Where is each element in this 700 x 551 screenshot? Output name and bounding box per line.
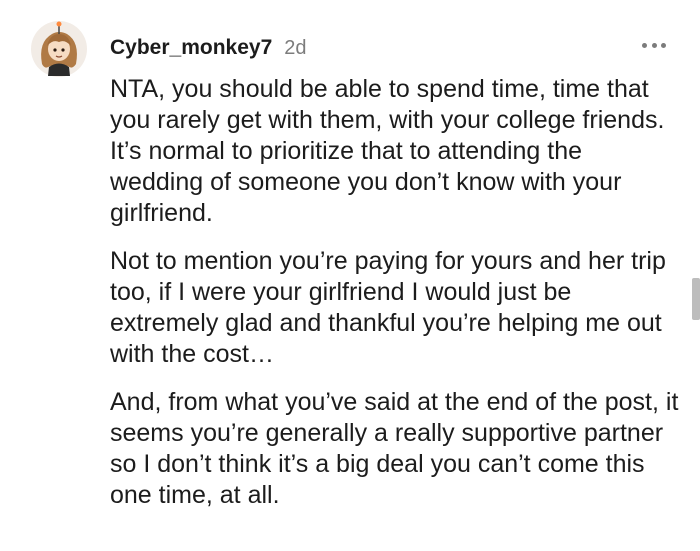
comment-card: Cyber_monkey7 2d NTA, you should be able… bbox=[0, 0, 700, 551]
dot bbox=[642, 42, 647, 48]
dot bbox=[651, 42, 657, 48]
comment-paragraph: And, from what you’ve said at the end of… bbox=[110, 388, 679, 509]
avatar-icon bbox=[31, 21, 87, 77]
scrollbar-thumb[interactable] bbox=[692, 278, 700, 320]
dot bbox=[661, 42, 666, 48]
more-options-icon[interactable] bbox=[642, 38, 666, 52]
comment-age: 2d bbox=[284, 37, 307, 59]
comment-header: Cyber_monkey7 2d bbox=[110, 36, 307, 60]
username[interactable]: Cyber_monkey7 bbox=[110, 36, 272, 60]
comment-paragraph: Not to mention you’re paying for yours a… bbox=[110, 247, 666, 368]
comment-body: NTA, you should be able to spend time, t… bbox=[110, 74, 680, 511]
comment-paragraph: NTA, you should be able to spend time, t… bbox=[110, 75, 665, 227]
avatar[interactable] bbox=[30, 20, 88, 78]
